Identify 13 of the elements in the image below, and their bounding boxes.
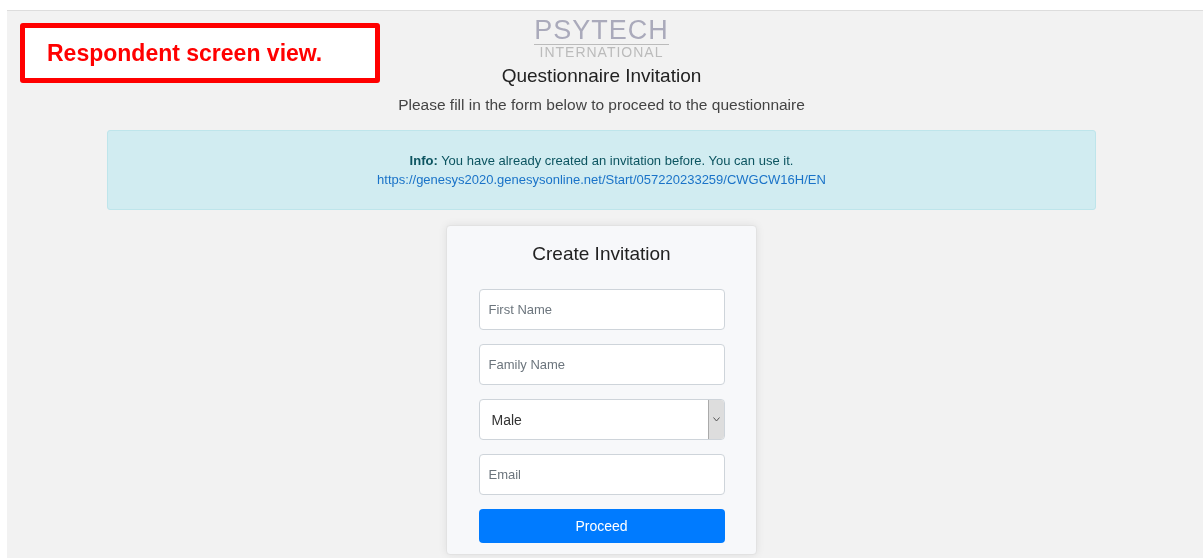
info-message: Info: You have already created an invitation before. You can use it. xyxy=(409,153,794,168)
annotation-label: Respondent screen view. xyxy=(20,23,380,83)
input-field[interactable]: First Name xyxy=(478,289,725,330)
logo-name: PSYTECH xyxy=(534,17,669,45)
page-title: Questionnaire Invitation xyxy=(501,65,702,87)
dropdown[interactable]: Male xyxy=(478,399,725,440)
proceed-button[interactable]: Proceed xyxy=(478,509,725,543)
caret-icon xyxy=(712,417,720,422)
page-subtitle: Please fill in the form below to proceed to the questionnaire xyxy=(398,96,805,114)
input-field[interactable]: Family Name xyxy=(478,344,725,385)
invitation-link[interactable]: https://genesys2020.genesysonline.net/Start/057220233259/CWGCW16H/EN xyxy=(377,172,826,187)
input-field[interactable]: Email xyxy=(478,454,725,495)
form-title: Create Invitation xyxy=(532,243,671,265)
